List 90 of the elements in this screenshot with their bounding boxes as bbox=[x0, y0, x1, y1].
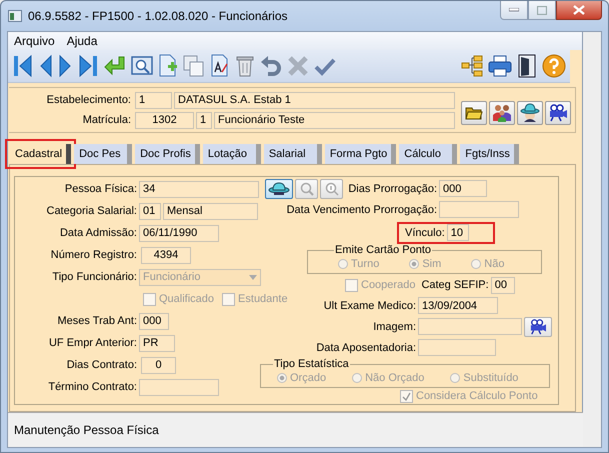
hat-figure-icon bbox=[520, 103, 540, 123]
exit-door-icon[interactable] bbox=[517, 54, 537, 78]
camera-icon bbox=[548, 104, 568, 122]
app-icon bbox=[8, 10, 22, 22]
caret-icon bbox=[249, 274, 257, 280]
copy-icon[interactable] bbox=[183, 54, 205, 78]
field-label: Categ SEFIP: bbox=[421, 279, 490, 291]
field-label: Estabelecimento: bbox=[46, 94, 132, 106]
tab[interactable]: Fgts/Inss bbox=[460, 144, 519, 164]
minimize-button[interactable] bbox=[500, 1, 528, 20]
camera-button[interactable] bbox=[524, 316, 552, 336]
field-label: Pessoa Física: bbox=[64, 183, 137, 195]
people-button[interactable] bbox=[489, 101, 515, 125]
text-field[interactable]: Funcionário Teste bbox=[214, 112, 455, 128]
hat-figure-button[interactable] bbox=[517, 101, 543, 125]
check-mark-icon bbox=[402, 392, 411, 400]
text-field[interactable]: Mensal bbox=[163, 202, 258, 220]
last-record-icon[interactable] bbox=[77, 54, 99, 78]
close-button[interactable] bbox=[556, 1, 602, 20]
tree-icon[interactable] bbox=[461, 55, 483, 77]
group-title: Emite Cartão Ponto bbox=[334, 244, 432, 256]
edit-document-icon[interactable] bbox=[210, 54, 230, 78]
field-label: Término Contrato: bbox=[47, 381, 137, 393]
maximize-button[interactable] bbox=[528, 1, 556, 20]
tab[interactable]: Salarial bbox=[264, 144, 322, 164]
return-arrow-icon[interactable] bbox=[104, 55, 126, 77]
text-field[interactable]: 13/09/2004 bbox=[418, 297, 498, 314]
text-field[interactable]: 000 bbox=[139, 312, 169, 330]
status-text: Manutenção Pessoa Física bbox=[14, 423, 159, 437]
tab[interactable]: Lotação bbox=[202, 144, 261, 164]
field-label: Data Aposentadoria: bbox=[316, 342, 417, 354]
text-field[interactable]: 34 bbox=[139, 180, 259, 198]
text-field[interactable]: PR bbox=[139, 334, 175, 352]
text-field[interactable]: 1 bbox=[135, 92, 172, 108]
text-field[interactable]: 06/11/1990 bbox=[139, 224, 219, 242]
field-label: Data Vencimento Prorrogação: bbox=[286, 204, 438, 216]
text-field[interactable]: 01 bbox=[139, 202, 161, 220]
help-icon[interactable] bbox=[542, 54, 566, 78]
menu-item[interactable]: Arquivo bbox=[14, 34, 55, 48]
folder-button[interactable] bbox=[461, 101, 487, 125]
text-field[interactable] bbox=[139, 378, 219, 396]
text-field[interactable] bbox=[418, 318, 522, 335]
field-label: Dias Prorrogação: bbox=[348, 182, 438, 194]
hat-icon bbox=[268, 182, 290, 196]
next-record-icon[interactable] bbox=[58, 54, 72, 78]
text-field[interactable]: DATASUL S.A. Estab 1 bbox=[174, 92, 455, 108]
magnifier-icon bbox=[324, 182, 338, 196]
field-label: Ult Exame Medico: bbox=[324, 300, 417, 312]
field-label: Data Admissão: bbox=[58, 227, 137, 239]
undo-icon[interactable] bbox=[260, 54, 282, 78]
field-label: UF Empr Anterior: bbox=[48, 337, 137, 349]
minimize-icon bbox=[509, 8, 519, 12]
hat-search-button[interactable] bbox=[265, 178, 293, 198]
tab[interactable]: Forma Pgto bbox=[324, 144, 396, 164]
folder-icon bbox=[465, 106, 483, 120]
field-label: Número Registro: bbox=[50, 249, 137, 261]
field-label: Tipo Funcionário: bbox=[51, 271, 137, 283]
new-document-icon[interactable] bbox=[158, 54, 178, 78]
window-title: 06.9.5582 - FP1500 - 1.02.08.020 - Funcionários bbox=[28, 9, 288, 23]
text-field[interactable]: 1302 bbox=[135, 112, 194, 128]
first-record-icon[interactable] bbox=[12, 54, 34, 78]
previous-record-icon[interactable] bbox=[39, 54, 53, 78]
text-field[interactable] bbox=[439, 201, 519, 218]
field-label: Imagem: bbox=[373, 320, 417, 332]
maximize-icon bbox=[537, 6, 547, 14]
printer-icon[interactable] bbox=[488, 55, 512, 77]
text-field[interactable]: 10 bbox=[446, 224, 469, 241]
people-icon bbox=[492, 103, 512, 123]
text-field[interactable]: 000 bbox=[439, 180, 487, 197]
tab[interactable]: Doc Pes bbox=[74, 144, 132, 164]
camera-button[interactable] bbox=[545, 101, 571, 125]
text-field[interactable]: 0 bbox=[141, 356, 176, 374]
field-label: Meses Trab Ant: bbox=[56, 315, 137, 327]
text-field[interactable]: 00 bbox=[490, 276, 515, 294]
group-title: Tipo Estatística bbox=[273, 358, 350, 370]
field-label: Dias Contrato: bbox=[66, 359, 137, 371]
field-label: Matrícula: bbox=[82, 114, 132, 126]
text-field[interactable] bbox=[418, 339, 496, 356]
text-field[interactable]: 1 bbox=[196, 112, 212, 128]
search-icon bbox=[300, 182, 314, 196]
field-label: Vínculo: bbox=[405, 226, 446, 238]
camera-icon bbox=[529, 318, 547, 334]
text-field[interactable]: 4394 bbox=[141, 246, 191, 264]
tab[interactable]: Doc Profis bbox=[135, 144, 200, 164]
preview-icon[interactable] bbox=[131, 55, 153, 77]
trash-icon[interactable] bbox=[235, 54, 255, 78]
field-label: Categoria Salarial: bbox=[46, 205, 137, 217]
tab[interactable]: Cálculo bbox=[399, 144, 458, 164]
menu-item[interactable]: Ajuda bbox=[66, 34, 98, 48]
close-icon bbox=[573, 5, 585, 15]
